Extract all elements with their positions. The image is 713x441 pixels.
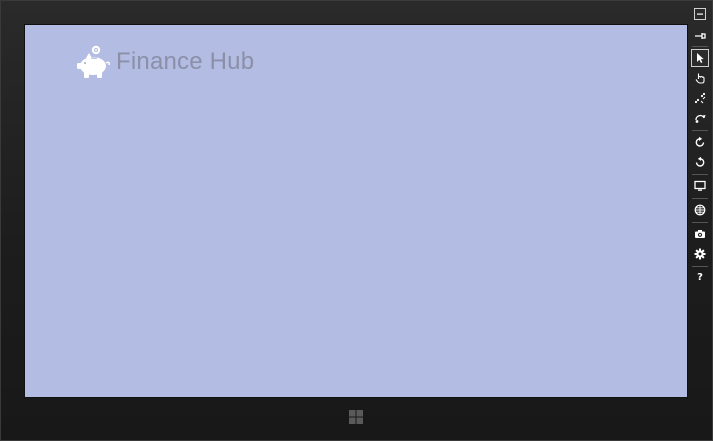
app-screen: Finance Hub: [25, 25, 687, 397]
mouse-pointer-icon: [697, 53, 704, 63]
help-icon: ?: [697, 272, 703, 283]
pin-icon: [695, 33, 706, 39]
screenshot-settings-button[interactable]: [692, 246, 708, 262]
camera-icon: [695, 230, 705, 238]
toolbar-separator: [692, 46, 708, 47]
pin-on-top-button[interactable]: [692, 28, 708, 44]
gear-icon: [694, 248, 706, 260]
globe-icon: [694, 204, 706, 216]
rotate-counterclockwise-icon: [695, 156, 705, 167]
toolbar-separator: [692, 130, 708, 131]
rotation-touch-button[interactable]: [692, 110, 708, 126]
pinch-zoom-button[interactable]: [692, 90, 708, 106]
app-title: Finance Hub: [116, 48, 255, 75]
simulator-toolbar: ?: [690, 6, 710, 296]
mouse-mode-button[interactable]: [691, 49, 709, 67]
toolbar-separator: [692, 222, 708, 223]
rotate-counterclockwise-button[interactable]: [692, 154, 708, 170]
windows-button[interactable]: [347, 408, 365, 426]
piggy-bank-icon: [77, 45, 110, 78]
minimize-icon: [694, 8, 706, 20]
toolbar-separator: [692, 266, 708, 267]
set-location-button[interactable]: [692, 202, 708, 218]
monitor-icon: [694, 180, 706, 191]
windows-logo-icon: [349, 410, 363, 424]
screenshot-button[interactable]: [692, 226, 708, 242]
rotate-clockwise-icon: [695, 136, 705, 147]
touch-hand-icon: [695, 73, 705, 84]
rotation-touch-icon: [695, 114, 706, 123]
pinch-zoom-icon: [694, 92, 706, 104]
help-button[interactable]: ?: [692, 270, 708, 286]
touch-mode-button[interactable]: [692, 70, 708, 86]
minimize-button[interactable]: [692, 6, 708, 22]
app-header: Finance Hub: [75, 42, 254, 82]
toolbar-separator: [692, 174, 708, 175]
rotate-clockwise-button[interactable]: [692, 134, 708, 150]
change-resolution-button[interactable]: [692, 178, 708, 194]
toolbar-separator: [692, 198, 708, 199]
